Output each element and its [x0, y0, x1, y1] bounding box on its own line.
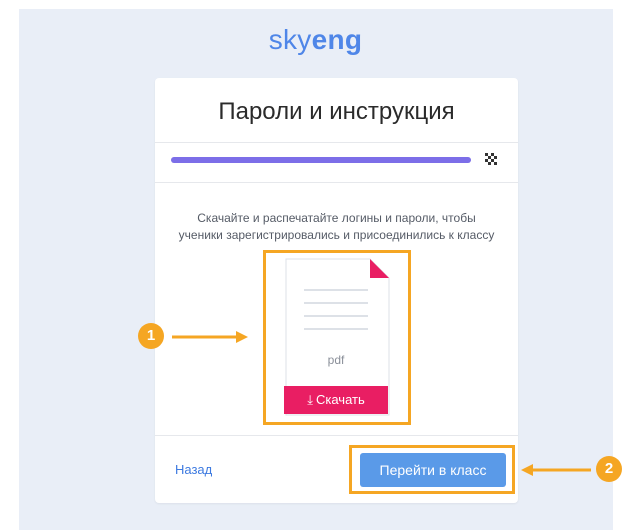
- skyeng-logo: skyeng: [0, 24, 631, 56]
- page: skyeng Пароли и инструкция Скачайте и ра…: [0, 0, 631, 530]
- checkered-flag-icon: [485, 153, 497, 165]
- annotation-marker-1: 1: [138, 323, 164, 349]
- progress-bar-fill: [171, 157, 471, 163]
- title-divider: [155, 142, 518, 143]
- instructions-text: Скачайте и распечатайте логины и пароли,…: [155, 210, 518, 244]
- go-to-class-highlight-box: [349, 445, 515, 494]
- progress-divider: [155, 182, 518, 183]
- card-title: Пароли и инструкция: [218, 98, 455, 125]
- download-highlight-box: [263, 250, 411, 425]
- progress-bar: [171, 157, 471, 163]
- logo-bold-text: eng: [311, 24, 363, 55]
- instructions-line-1: Скачайте и распечатайте логины и пароли,…: [197, 211, 476, 225]
- arrow-left-icon: [521, 464, 591, 476]
- arrow-right-icon: [172, 331, 248, 343]
- logo-light-text: sky: [268, 24, 312, 55]
- annotation-marker-2: 2: [596, 456, 622, 482]
- instructions-line-2: ученики зарегистрировались и присоединил…: [178, 228, 495, 242]
- back-link[interactable]: Назад: [175, 462, 212, 477]
- footer-divider: [155, 435, 518, 436]
